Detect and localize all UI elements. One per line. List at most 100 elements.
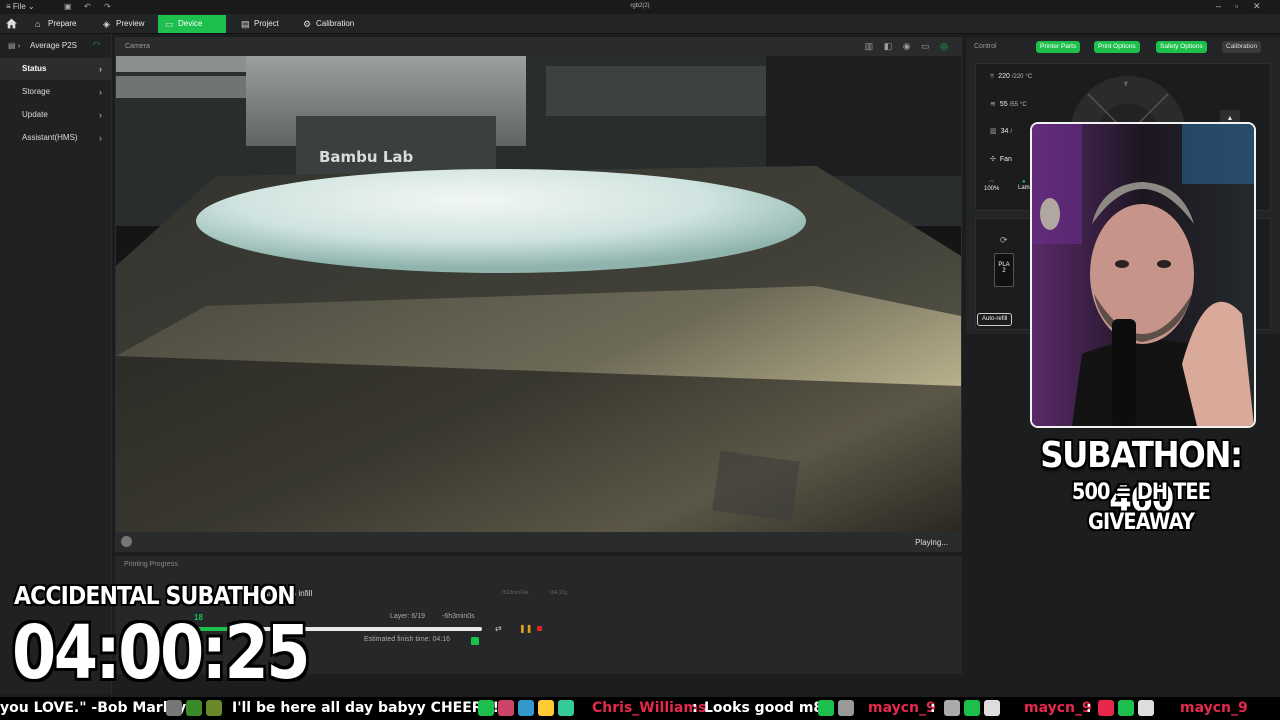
- nozzle-target: /220: [1011, 74, 1024, 80]
- chamber-target: /: [1010, 129, 1013, 135]
- chat-username: Chris_Williams: [592, 700, 707, 716]
- tab-preview-label: Preview: [116, 19, 145, 28]
- chamber-temp-row[interactable]: ▥ 34 /: [990, 127, 1012, 135]
- emote-icon: [838, 700, 854, 716]
- ticker-emotes-5: [1096, 697, 1156, 720]
- lamp-label: Lam: [1018, 185, 1030, 191]
- bed-temp: 55: [999, 101, 1008, 108]
- timelapse-icon[interactable]: ◉: [903, 41, 911, 51]
- time-remaining: -6h3min0s: [442, 613, 475, 620]
- cube-icon: ⌂: [35, 19, 41, 29]
- chevron-right-icon: ›: [99, 87, 102, 97]
- pause-icon[interactable]: ❚❚: [519, 624, 532, 633]
- chat-ticker: you LOVE." -Bob Marley I'll be here all …: [0, 697, 1280, 720]
- device-selector[interactable]: ▤ › Average P2S ◠: [0, 37, 112, 55]
- device-icon: ▭: [165, 19, 174, 29]
- fan-label: Fan: [999, 156, 1012, 163]
- tab-device[interactable]: ▭ Device: [158, 15, 226, 33]
- chamber-temp: 34: [1000, 128, 1009, 135]
- k-emote-icon: [1118, 700, 1134, 716]
- k-emote-icon: [818, 700, 834, 716]
- window-title: rgb2(2): [630, 3, 650, 9]
- status-ok-icon: [471, 637, 479, 645]
- chat-separator: :: [930, 700, 936, 716]
- bed-icon: ≋: [990, 101, 996, 108]
- print-options-button[interactable]: Print Options: [1094, 41, 1140, 53]
- video-icon[interactable]: ◧: [884, 41, 893, 51]
- camera-title: Camera: [125, 43, 150, 50]
- bed-temp-row[interactable]: ≋ 55 /55 °C: [990, 100, 1027, 108]
- auto-refill-button[interactable]: Auto-refill: [977, 313, 1013, 326]
- print-weight: 164.17g: [549, 590, 568, 596]
- nozzle-temp-row[interactable]: ⌾ 220 /220 °C: [990, 73, 1032, 81]
- record-icon[interactable]: ▭: [921, 41, 930, 51]
- tab-calibration-label: Calibration: [316, 19, 355, 28]
- emote-icon: [984, 700, 1000, 716]
- tab-prepare[interactable]: ⌂ Prepare: [28, 15, 88, 33]
- leaf-emote-icon: [206, 700, 222, 716]
- control-header: Control Printer Parts Print Options Safe…: [966, 37, 1280, 57]
- chevron-right-icon: ›: [99, 110, 102, 120]
- rotate-icon[interactable]: ⟳: [1000, 235, 1008, 246]
- ticker-emotes-1: [164, 697, 224, 720]
- project-icon: ▤: [241, 19, 250, 29]
- camera-toolbar: ▥ ◧ ◉ ▭ ◎: [857, 41, 948, 52]
- leaf-emote-icon: [186, 700, 202, 716]
- tab-calibration[interactable]: ⚙ Calibration: [296, 15, 366, 33]
- home-icon[interactable]: [5, 17, 18, 30]
- record-toggle-icon[interactable]: [121, 536, 132, 547]
- temp-unit: °C: [1019, 102, 1027, 108]
- sidebar-item-label: Storage: [22, 87, 51, 96]
- playback-status: Playing...: [915, 538, 948, 547]
- filament-slot[interactable]: PLA 2: [994, 253, 1014, 287]
- maximize-icon[interactable]: ▫: [1235, 1, 1238, 11]
- refresh-icon[interactable]: ⇄: [495, 624, 502, 633]
- control-title: Control: [974, 43, 997, 50]
- layer-indicator: Layer: 6/19: [390, 613, 426, 620]
- title-bar: ≡ File ⌄ ▣ ↶ ↷ rgb2(2) – ▫ ✕: [0, 0, 1280, 14]
- emote-icon: [1138, 700, 1154, 716]
- printer-parts-button[interactable]: Printer Parts: [1036, 41, 1081, 53]
- nozzle-temp: 220: [998, 73, 1010, 80]
- sd-card-icon[interactable]: ▥: [865, 41, 874, 51]
- lamp-control[interactable]: ● Lam: [1018, 179, 1030, 191]
- tab-preview[interactable]: ◈ Preview: [96, 15, 152, 33]
- fan-row[interactable]: ✣ Fan: [990, 155, 1012, 163]
- chamber-icon: ▥: [990, 128, 997, 135]
- progress-header: Printing Progress: [124, 561, 178, 568]
- print-time-estimate: 7h23min24s: [501, 590, 529, 596]
- emote-icon: [498, 700, 514, 716]
- live-icon[interactable]: ◎: [940, 41, 948, 51]
- sidebar-item-storage[interactable]: Storage ›: [0, 81, 112, 103]
- safety-options-button[interactable]: Safety Options: [1156, 41, 1207, 53]
- tab-project[interactable]: ▤ Project: [234, 15, 292, 33]
- sidebar-item-update[interactable]: Update ›: [0, 104, 112, 126]
- speed-control[interactable]: ◠ 100%: [984, 179, 999, 192]
- temp-unit: °C: [1025, 74, 1033, 80]
- sidebar-item-assistant[interactable]: Assistant(HMS) ›: [0, 127, 112, 149]
- emote-icon: [1098, 700, 1114, 716]
- sidebar-item-status[interactable]: Status ›: [0, 58, 112, 80]
- estimated-finish-time: Estimated finish time: 04:16: [364, 636, 450, 643]
- calibration-button[interactable]: Calibration: [1222, 41, 1262, 53]
- k-emote-icon: [478, 700, 494, 716]
- emote-icon: [518, 700, 534, 716]
- streamer-webcam: [1030, 122, 1256, 428]
- chevron-right-icon: ›: [99, 133, 102, 143]
- sidebar-item-label: Assistant(HMS): [22, 133, 78, 142]
- sidebar-item-label: Status: [22, 64, 47, 73]
- bed-target: /55: [1009, 102, 1018, 108]
- ticker-emotes-3: [816, 697, 856, 720]
- webcam-image: [1032, 124, 1254, 426]
- stop-icon[interactable]: [537, 626, 542, 631]
- emote-icon: [538, 700, 554, 716]
- camera-feed: Bambu Lab: [116, 56, 961, 532]
- minimize-icon[interactable]: –: [1216, 1, 1221, 11]
- close-icon[interactable]: ✕: [1253, 1, 1261, 12]
- speed-icon: ◠: [989, 180, 995, 186]
- tab-prepare-label: Prepare: [48, 19, 77, 28]
- chat-username: maycn_9: [868, 700, 936, 716]
- accidental-subathon-label: ACCIDENTAL SUBATHON: [14, 581, 296, 610]
- device-list-icon: ▤ ›: [8, 41, 21, 50]
- emote-icon: [166, 700, 182, 716]
